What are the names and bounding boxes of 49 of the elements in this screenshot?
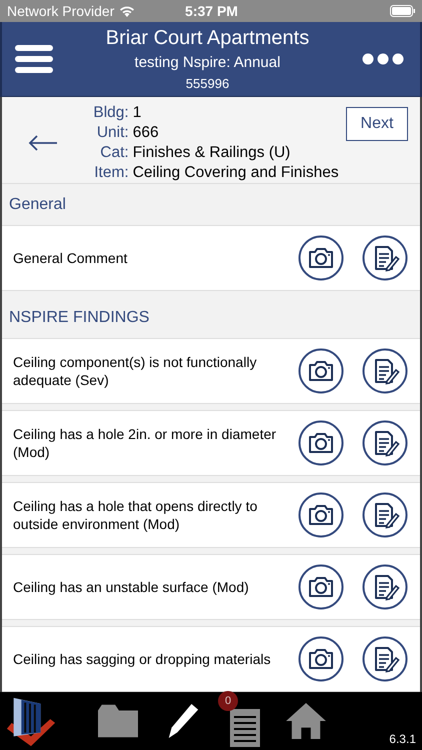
finding-text: Ceiling has an unstable surface (Mod) [13, 578, 250, 596]
finding-text: Ceiling component(s) is not functionally adequate (Sev) [13, 353, 258, 389]
notes-button[interactable] [362, 564, 408, 610]
finding-text: Ceiling has sagging or dropping materials [13, 650, 272, 668]
version-label: 6.3.1 [389, 732, 416, 746]
field-value: 666 [132, 123, 160, 143]
inspection-number: 555996 [186, 75, 230, 93]
finding-row[interactable]: General Comment [2, 225, 420, 291]
camera-button[interactable] [298, 420, 344, 466]
wifi-icon [119, 5, 136, 17]
finding-text: Ceiling has a hole 2in. or more in diameter (Mod) [13, 425, 278, 461]
notes-button[interactable] [362, 420, 408, 466]
next-button[interactable]: Next [346, 107, 408, 141]
finding-text: Ceiling has a hole that opens directly to outside environment (Mod) [13, 497, 258, 533]
camera-button[interactable] [298, 348, 344, 394]
field-label: Unit: [96, 123, 129, 143]
finding-row[interactable]: Ceiling has sagging or dropping materials [2, 626, 420, 692]
camera-button[interactable] [298, 564, 344, 610]
back-arrow-icon[interactable] [28, 135, 58, 151]
camera-button[interactable] [298, 235, 344, 281]
home-icon[interactable] [286, 703, 326, 739]
notes-button[interactable] [362, 492, 408, 538]
count-badge: 0 [218, 691, 238, 711]
field-label: Item: [93, 163, 129, 183]
inspection-subtitle: testing Nspire: Annual [134, 53, 280, 73]
battery-icon [390, 5, 416, 17]
finding-row[interactable]: Ceiling has a hole 2in. or more in diameter (Mod) [2, 410, 420, 476]
notes-button[interactable] [362, 636, 408, 682]
notes-button[interactable] [362, 235, 408, 281]
camera-button[interactable] [298, 492, 344, 538]
camera-button[interactable] [298, 636, 344, 682]
pencil-icon[interactable] [166, 703, 200, 739]
finding-row[interactable]: Ceiling has a hole that opens directly to outside environment (Mod) [2, 482, 420, 548]
more-icon[interactable] [362, 53, 404, 65]
notes-button[interactable] [362, 348, 408, 394]
status-time: 5:37 PM [185, 3, 238, 19]
property-title: Briar Court Apartments [106, 26, 310, 51]
carrier-name: Network Provider [7, 3, 114, 19]
finding-row[interactable]: Ceiling component(s) is not functionally adequate (Sev) [2, 338, 420, 404]
field-value: 1 [132, 103, 142, 123]
menu-icon[interactable] [15, 45, 53, 73]
finding-text: General Comment [13, 249, 128, 267]
field-label: Cat: [99, 143, 129, 163]
list-icon[interactable] [230, 709, 260, 747]
field-value: Finishes & Railings (U) [132, 143, 292, 163]
field-value: Ceiling Covering and Finishes [132, 163, 340, 183]
field-label: Bldg: [92, 103, 129, 123]
finding-row[interactable]: Ceiling has an unstable surface (Mod) [2, 554, 420, 620]
folder-icon[interactable] [98, 703, 138, 739]
